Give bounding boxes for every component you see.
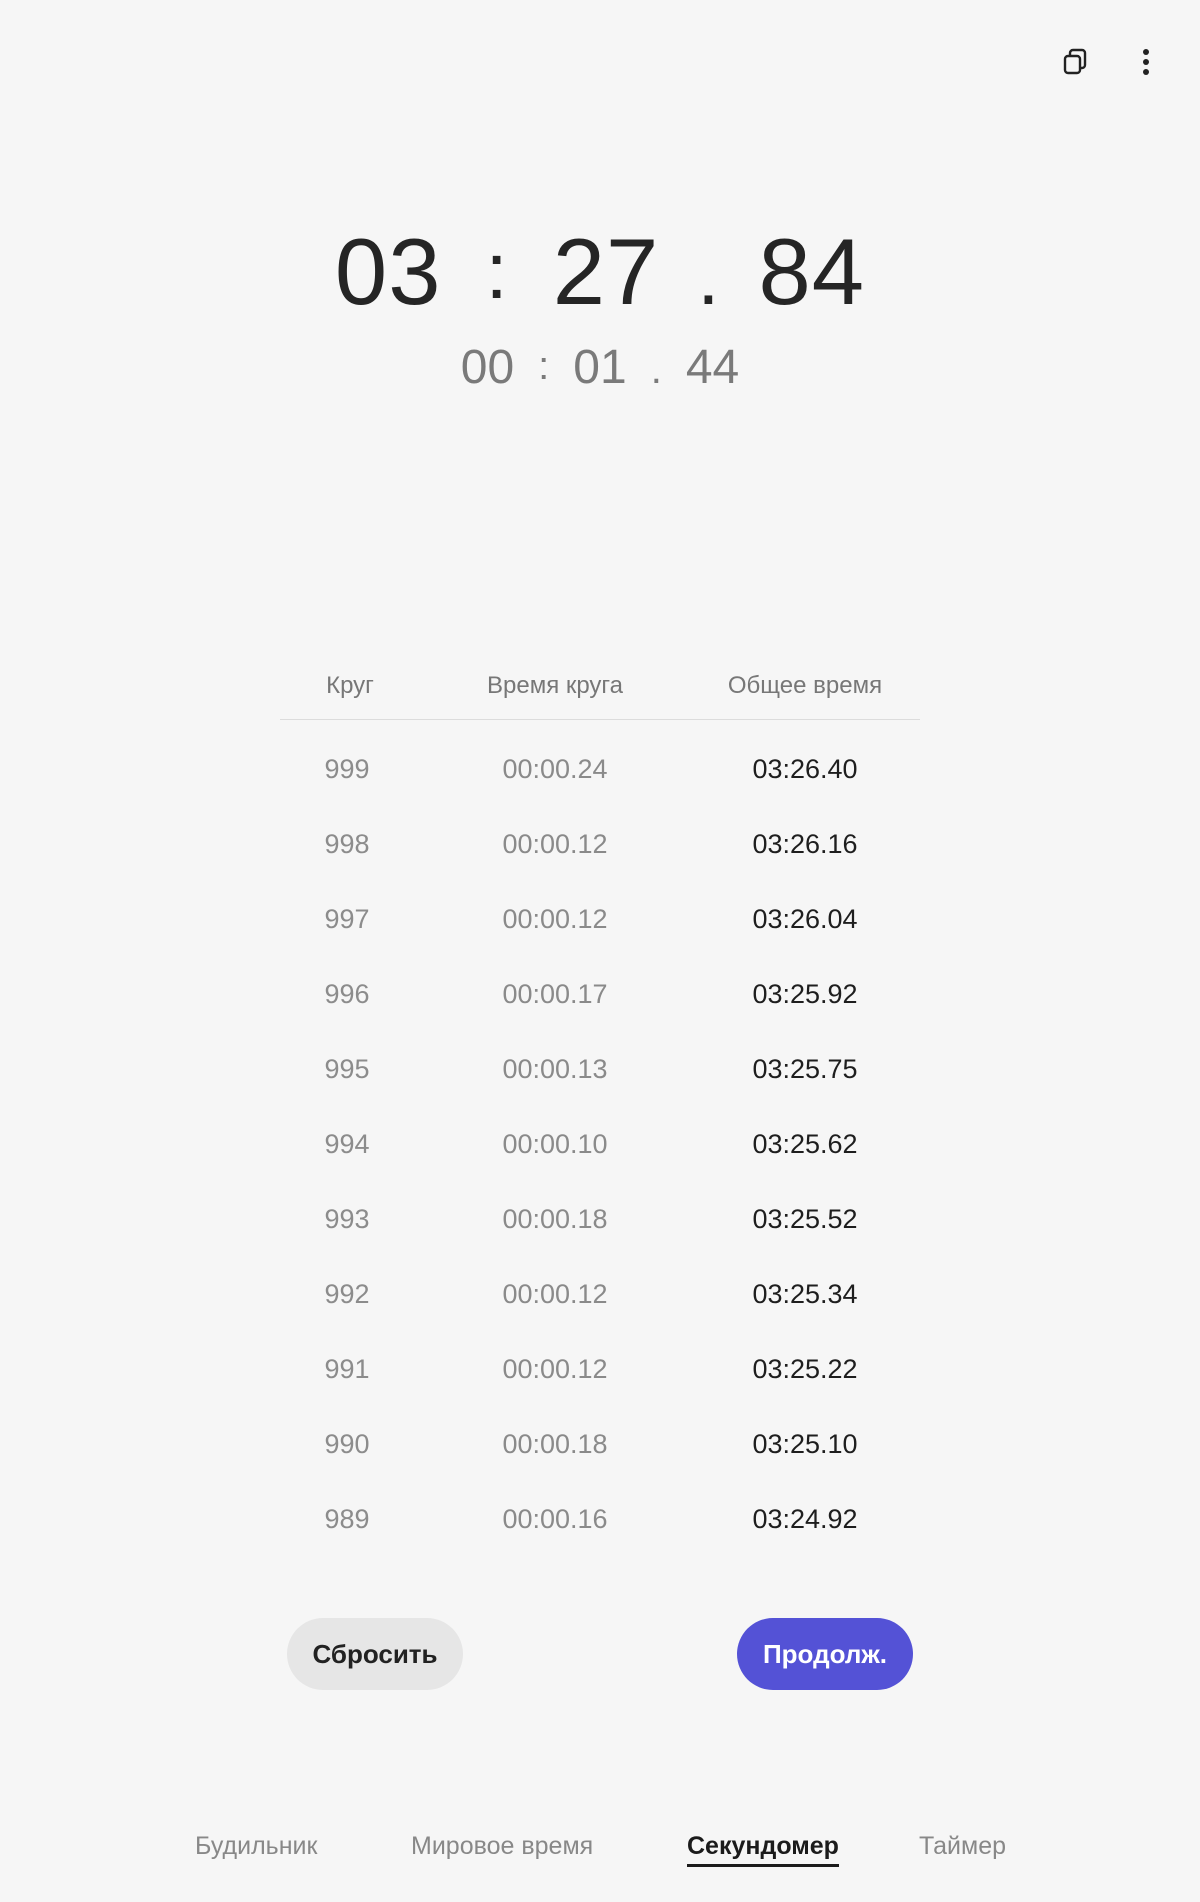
lap-row: 994 00:00.10 03:25.62 bbox=[280, 1107, 920, 1182]
layers-icon[interactable] bbox=[1056, 42, 1096, 82]
lap-row: 999 00:00.24 03:26.40 bbox=[280, 732, 920, 807]
lap-colon: : bbox=[538, 344, 550, 388]
total-time-value: 03:25.52 bbox=[752, 1204, 858, 1234]
lap-number: 993 bbox=[324, 1204, 370, 1234]
total-time-value: 03:25.34 bbox=[752, 1279, 858, 1309]
top-toolbar bbox=[1056, 42, 1166, 82]
header-total-time: Общее время bbox=[727, 671, 883, 699]
lap-row: 993 00:00.18 03:25.52 bbox=[280, 1182, 920, 1257]
lap-row: 998 00:00.12 03:26.16 bbox=[280, 807, 920, 882]
total-time-value: 03:25.62 bbox=[752, 1129, 858, 1159]
total-time-value: 03:25.92 bbox=[752, 979, 858, 1009]
lap-time-value: 00:00.10 bbox=[502, 1129, 608, 1159]
lap-number: 994 bbox=[324, 1129, 370, 1159]
total-time-value: 03:25.22 bbox=[752, 1354, 858, 1384]
more-vert-icon[interactable] bbox=[1126, 42, 1166, 82]
lap-time-value: 00:00.16 bbox=[502, 1504, 608, 1534]
lap-dot: . bbox=[650, 348, 662, 392]
tab-world-clock[interactable]: Мировое время bbox=[411, 1832, 593, 1861]
main-minutes: 03 bbox=[334, 219, 442, 324]
lap-time-value: 00:00.24 bbox=[502, 754, 608, 784]
tab-alarm[interactable]: Будильник bbox=[195, 1832, 317, 1861]
lap-time-value: 00:00.12 bbox=[502, 904, 608, 934]
reset-button[interactable]: Сбросить bbox=[287, 1618, 463, 1690]
main-hundredths: 84 bbox=[758, 219, 866, 324]
header-lap-time: Время круга bbox=[486, 671, 624, 699]
lap-list[interactable]: 999 00:00.24 03:26.40 998 00:00.12 03:26.16 99… bbox=[280, 720, 920, 1557]
lap-number: 999 bbox=[324, 754, 370, 784]
lap-time-value: 00:00.12 bbox=[502, 829, 608, 859]
total-time-value: 03:26.40 bbox=[752, 754, 858, 784]
lap-time-value: 00:00.13 bbox=[502, 1054, 608, 1084]
main-dot: . bbox=[697, 232, 721, 321]
lap-number: 992 bbox=[324, 1279, 370, 1309]
lap-table-header: Круг Время круга Общее время bbox=[280, 658, 920, 720]
total-time-value: 03:26.04 bbox=[752, 904, 858, 934]
bottom-tab-bar: Будильник Мировое время Секундомер Тайме… bbox=[0, 1832, 1200, 1872]
lap-number: 991 bbox=[324, 1354, 370, 1384]
lap-number: 998 bbox=[324, 829, 370, 859]
main-seconds: 27 bbox=[552, 219, 660, 324]
lap-time-value: 00:00.12 bbox=[502, 1354, 608, 1384]
lap-row: 990 00:00.18 03:25.10 bbox=[280, 1407, 920, 1482]
lap-time-value: 00:00.18 bbox=[502, 1204, 608, 1234]
lap-hundredths: 44 bbox=[685, 341, 740, 394]
lap-number: 989 bbox=[324, 1504, 370, 1534]
current-lap-timer: 00 : 01 . 44 bbox=[0, 340, 1200, 395]
lap-number: 996 bbox=[324, 979, 370, 1009]
lap-time-value: 00:00.12 bbox=[502, 1279, 608, 1309]
main-colon: : bbox=[485, 226, 509, 315]
total-time-value: 03:26.16 bbox=[752, 829, 858, 859]
lap-number: 997 bbox=[324, 904, 370, 934]
lap-row: 992 00:00.12 03:25.34 bbox=[280, 1257, 920, 1332]
lap-number: 995 bbox=[324, 1054, 370, 1084]
stopwatch-screen: 03 : 27 . 84 00 : 01 . 44 Круг Время кру… bbox=[0, 0, 1200, 1902]
header-lap: Круг bbox=[326, 671, 374, 699]
lap-number: 990 bbox=[324, 1429, 370, 1459]
resume-button[interactable]: Продолж. bbox=[737, 1618, 913, 1690]
lap-row: 997 00:00.12 03:26.04 bbox=[280, 882, 920, 957]
total-time-value: 03:24.92 bbox=[752, 1504, 858, 1534]
tab-stopwatch[interactable]: Секундомер bbox=[687, 1832, 839, 1867]
total-time-value: 03:25.10 bbox=[752, 1429, 858, 1459]
lap-time-value: 00:00.17 bbox=[502, 979, 608, 1009]
lap-minutes: 00 bbox=[460, 341, 515, 394]
lap-seconds: 01 bbox=[573, 341, 627, 394]
lap-row: 991 00:00.12 03:25.22 bbox=[280, 1332, 920, 1407]
lap-time-value: 00:00.18 bbox=[502, 1429, 608, 1459]
total-time-value: 03:25.75 bbox=[752, 1054, 858, 1084]
lap-row: 989 00:00.16 03:24.92 bbox=[280, 1482, 920, 1557]
tab-timer[interactable]: Таймер bbox=[919, 1832, 1006, 1861]
lap-table: Круг Время круга Общее время 999 00:00.24… bbox=[280, 658, 920, 1557]
lap-row: 995 00:00.13 03:25.75 bbox=[280, 1032, 920, 1107]
main-timer: 03 : 27 . 84 bbox=[0, 218, 1200, 326]
lap-row: 996 00:00.17 03:25.92 bbox=[280, 957, 920, 1032]
